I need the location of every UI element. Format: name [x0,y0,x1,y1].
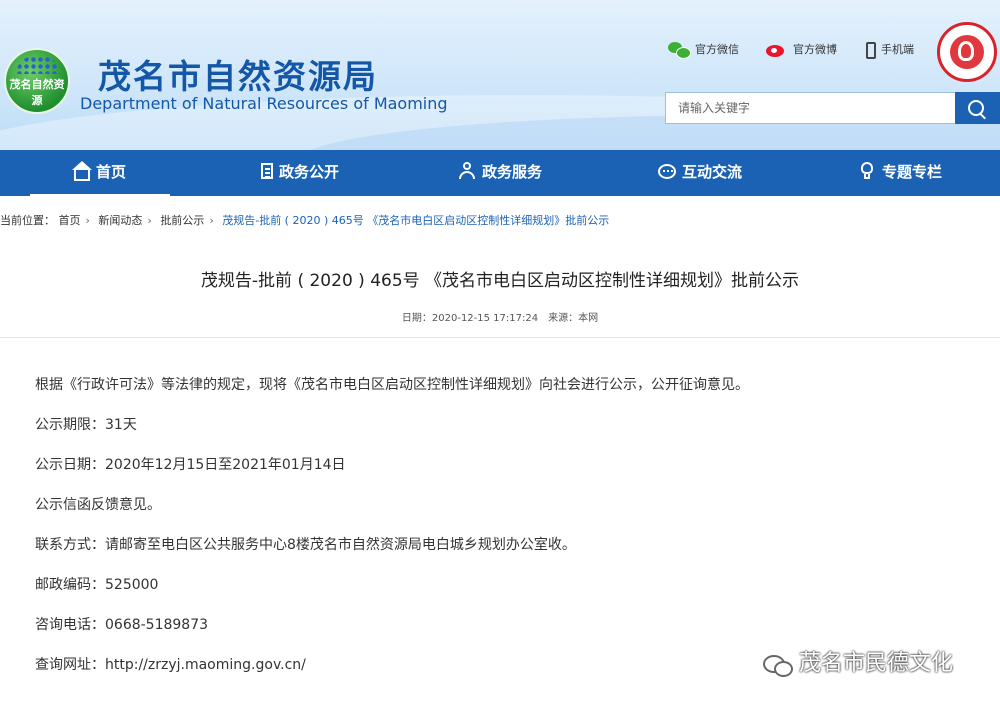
article-paragraph[interactable]: 查询网址：http://zrzyj.maoming.gov.cn/ [35,654,306,674]
article-paragraph: 联系方式：请邮寄至电白区公共服务中心8楼茂名市自然资源局电白城乡规划办公室收。 [35,537,576,553]
nav-home[interactable]: 首页 [30,150,170,196]
article-paragraph: 公示期限：31天 [35,417,137,433]
weibo-icon [766,42,788,58]
article-title: 茂规告-批前 ( 2020 ) 465号 《茂名市电白区启动区控制性详细规划》批… [200,271,800,291]
mobile-phone-icon [866,41,876,59]
watermark-text: 茂名市民德文化 [799,651,954,676]
home-icon [71,160,92,181]
nav-topics[interactable]: 专题专栏 [830,150,970,196]
service-person-icon [458,162,476,180]
breadcrumb-separator: › [85,214,90,227]
site-header: 茂名自然资源 茂名市自然资源局 Department of Natural Re… [0,0,1000,150]
document-icon [260,163,273,179]
article-paragraph: 根据《行政许可法》等法律的规定，现将《茂名市电白区启动区控制性详细规划》向社会进… [35,377,749,393]
nav-topics-label: 专题专栏 [881,163,942,181]
breadcrumb: 当前位置： 首页 › 新闻动态 › 批前公示 › 茂规告-批前 ( 2020 ) 46… [0,212,609,228]
article-date: 2020-12-15 17:17:24 [431,313,539,324]
search-icon [968,100,984,116]
breadcrumb-pre-approval[interactable]: 批前公示 [160,214,204,227]
main-nav: 首页 政务公开 政务服务 互动交流 专题专栏 [0,150,1000,196]
culture-seal-logo[interactable] [937,22,997,82]
article-source: 本网 [578,313,599,324]
breadcrumb-prefix: 当前位置： [0,214,55,227]
article-paragraph: 公示信函反馈意见。 [35,497,161,513]
logo-text: 茂名自然资源 [9,78,65,107]
article-paragraph: 公示日期：2020年12月15日至2021年01月14日 [35,457,346,473]
breadcrumb-separator: › [147,214,152,227]
mobile-link-label: 手机端 [881,43,914,56]
weibo-link[interactable]: 官方微博 [766,38,837,62]
nav-government-affairs[interactable]: 政务公开 [230,150,370,196]
breadcrumb-news[interactable]: 新闻动态 [98,214,142,227]
divider [0,337,1000,338]
wechat-link-label: 官方微信 [695,43,739,56]
nav-home-label: 首页 [95,163,126,181]
breadcrumb-home[interactable]: 首页 [59,214,81,227]
nav-government-affairs-label: 政务公开 [278,163,339,181]
breadcrumb-separator: › [209,214,214,227]
breadcrumb-current[interactable]: 茂规告-批前 ( 2020 ) 465号 《茂名市电白区启动区控制性详细规划》批… [222,214,609,227]
wechat-watermark-icon [763,653,793,677]
weibo-link-label: 官方微博 [793,43,837,56]
site-title[interactable]: 茂名市自然资源局 [98,50,378,98]
article-meta: 日期：2020-12-15 17:17:24 来源：本网 [0,309,1000,324]
search-input[interactable] [665,92,955,124]
nav-services[interactable]: 政务服务 [430,150,570,196]
site-subtitle: Department of Natural Resources of Maomi… [80,94,448,113]
wechat-icon [668,42,691,59]
nav-interaction[interactable]: 互动交流 [630,150,770,196]
nav-interaction-label: 互动交流 [681,163,742,181]
seal-emblem [950,35,984,69]
topic-icon [858,162,876,180]
article-paragraph: 咨询电话：0668-5189873 [35,617,209,633]
chat-icon [657,163,676,179]
wechat-link[interactable]: 官方微信 [668,38,739,62]
watermark: 茂名市民德文化 [763,645,953,677]
site-logo[interactable]: 茂名自然资源 [4,48,70,114]
search-box [665,92,1000,124]
article-paragraph: 邮政编码：525000 [35,577,159,593]
nav-services-label: 政务服务 [481,163,542,181]
logo-dots [16,56,60,74]
mobile-link[interactable]: 手机端 [866,38,914,62]
source-label: 来源： [548,313,579,324]
search-button[interactable] [955,92,1000,124]
date-label: 日期： [401,313,432,324]
